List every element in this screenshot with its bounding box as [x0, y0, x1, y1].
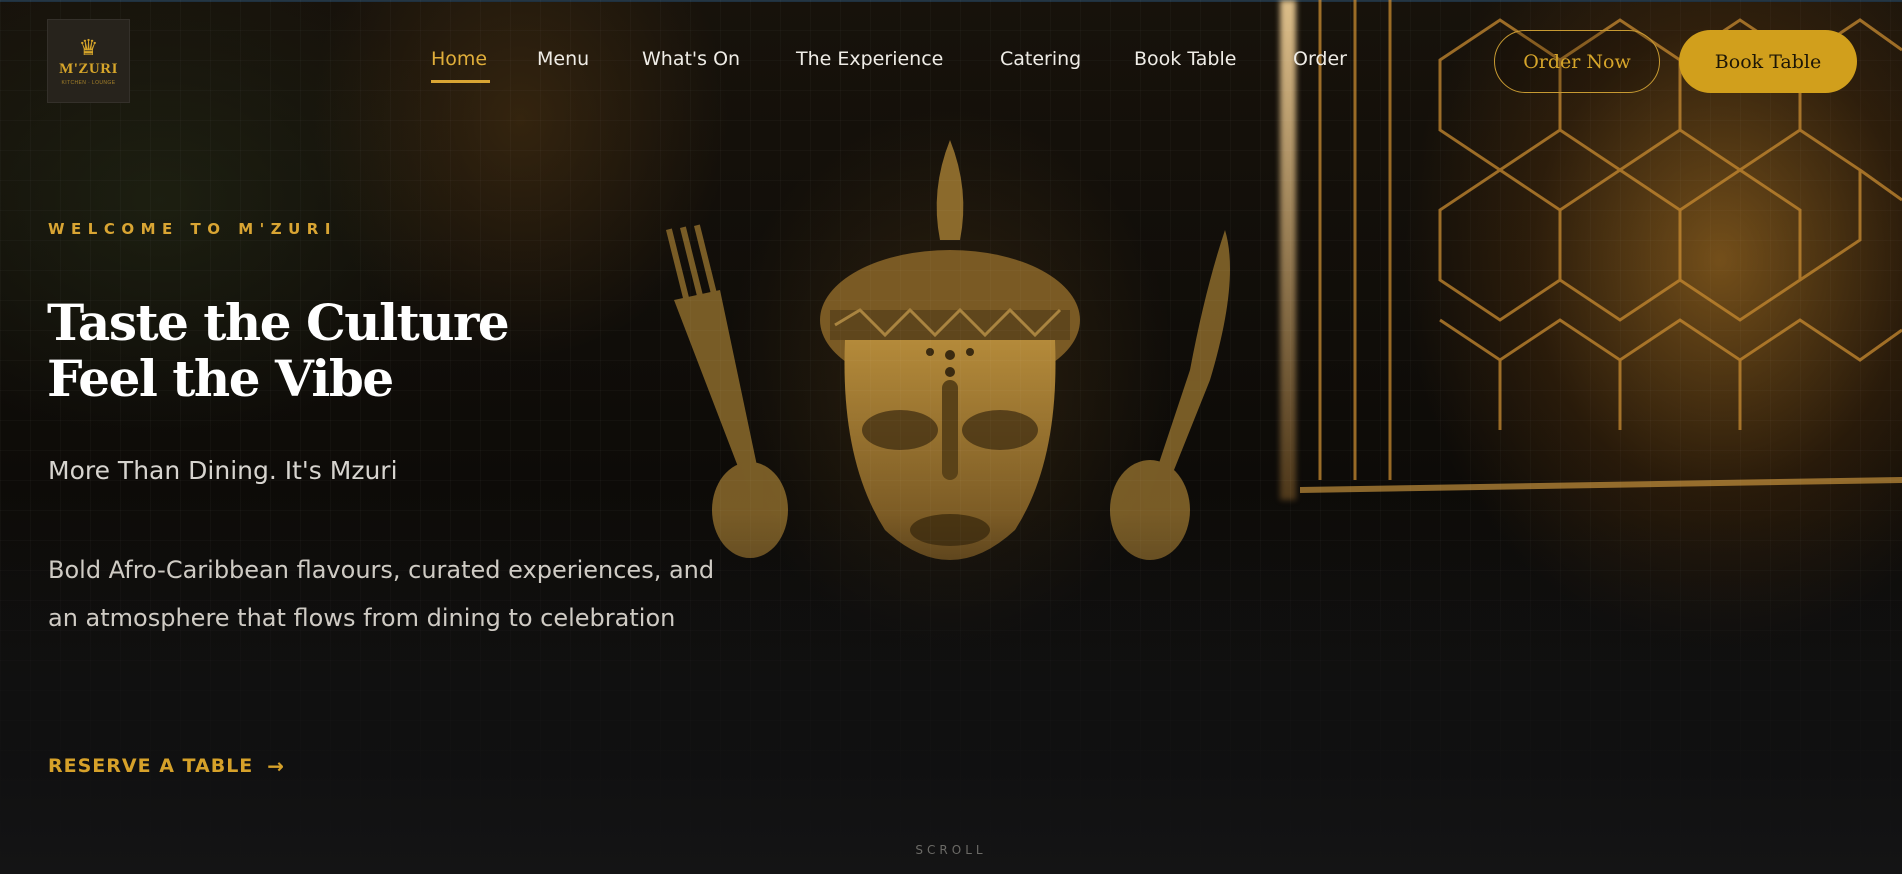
book-table-button[interactable]: Book Table [1679, 30, 1857, 93]
logo-name: M'ZURI [59, 60, 118, 77]
nav-item-the-experience[interactable]: The Experience [796, 48, 943, 70]
scroll-indicator[interactable]: SCROLL [0, 843, 1902, 857]
nav-item-catering[interactable]: Catering [1000, 48, 1081, 70]
hero-section [0, 0, 1902, 874]
nav-item-order[interactable]: Order [1293, 48, 1347, 70]
nav-item-book-table[interactable]: Book Table [1134, 48, 1236, 70]
active-nav-indicator [431, 80, 490, 83]
hero-eyebrow: WELCOME TO M'ZURI [48, 220, 337, 238]
headline-line-1: Taste the Culture [47, 293, 510, 352]
hero-description: Bold Afro-Caribbean flavours, curated ex… [48, 556, 715, 632]
nav-item-menu[interactable]: Menu [537, 48, 589, 70]
reserve-table-label: RESERVE A TABLE [48, 755, 254, 777]
crown-icon: ♛ [78, 34, 99, 60]
logo[interactable]: ♛ M'ZURI KITCHEN · LOUNGE [47, 19, 130, 103]
order-now-button[interactable]: Order Now [1494, 30, 1660, 93]
nav-item-whats-on[interactable]: What's On [642, 48, 740, 70]
hero-tagline: More Than Dining. It's Mzuri [48, 456, 398, 485]
nav-item-home[interactable]: Home [431, 48, 487, 70]
logo-tagline: KITCHEN · LOUNGE [61, 79, 116, 86]
reserve-table-link[interactable]: RESERVE A TABLE → [48, 754, 285, 778]
headline-line-2: Feel the Vibe [47, 349, 394, 408]
arrow-right-icon: → [267, 754, 286, 778]
hero-headline: Taste the Culture Feel the Vibe [47, 293, 510, 408]
